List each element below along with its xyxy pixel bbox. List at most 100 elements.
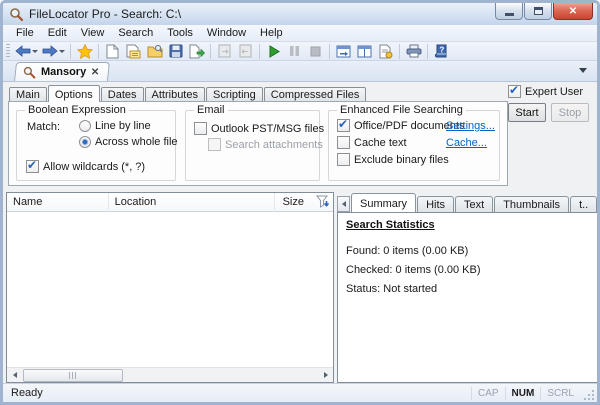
forward-dropdown-icon[interactable]	[59, 49, 65, 53]
close-button[interactable]: ✕	[553, 3, 593, 20]
export-button[interactable]	[186, 43, 207, 60]
scroll-right-button[interactable]	[318, 368, 333, 383]
checkbox-checked-icon[interactable]: ✔	[508, 83, 521, 98]
stop-search-button-disabled[interactable]	[305, 43, 326, 60]
checked-stat: Checked: 0 items (0.00 KB)	[346, 264, 481, 276]
forward-button[interactable]	[40, 43, 67, 60]
help-button[interactable]: ?	[431, 43, 452, 60]
menu-help[interactable]: Help	[253, 26, 290, 40]
print-button[interactable]	[403, 43, 424, 60]
layout-vertical-button[interactable]	[354, 43, 375, 60]
open-folder-icon	[147, 44, 162, 58]
search-statistics-heading: Search Statistics	[346, 219, 435, 231]
edit-criteria-button[interactable]	[123, 43, 144, 60]
checkbox-checked-icon[interactable]: ✔	[26, 158, 39, 173]
expert-user-checkbox[interactable]: ✔ Expert User	[508, 83, 592, 98]
menu-window[interactable]: Window	[200, 26, 253, 40]
stop-icon	[310, 46, 321, 56]
checkbox-disabled-icon	[208, 138, 221, 151]
document-tab-close-icon[interactable]: ✕	[91, 67, 99, 78]
tab-hits[interactable]: Hits	[417, 196, 455, 212]
checkbox-unchecked-icon[interactable]	[337, 153, 350, 166]
tab-compressed-files[interactable]: Compressed Files	[263, 87, 367, 102]
status-ready-text: Ready	[11, 387, 43, 399]
tab-attributes[interactable]: Attributes	[144, 87, 205, 102]
menu-bar: File Edit View Search Tools Window Help	[3, 25, 597, 42]
group-title: Email	[194, 104, 228, 116]
toolbar-separator	[399, 43, 400, 59]
status-stat: Status: Not started	[346, 283, 438, 295]
report-options-button[interactable]	[375, 43, 396, 60]
tab-text[interactable]: Text	[455, 196, 494, 212]
boolean-expression-group: Boolean Expression Match: Line by line A…	[16, 104, 178, 181]
pause-search-button-disabled[interactable]	[284, 43, 305, 60]
layout-horizontal-button[interactable]	[333, 43, 354, 60]
svg-text:?: ?	[439, 46, 444, 55]
cache-text-checkbox[interactable]: Cache text	[337, 136, 407, 149]
menu-tools[interactable]: Tools	[160, 26, 200, 40]
tab-main[interactable]: Main	[9, 87, 47, 102]
send-results-button-disabled[interactable]	[214, 43, 235, 60]
checkbox-checked-icon[interactable]: ✔	[337, 117, 350, 132]
tab-thumbnails[interactable]: Thumbnails	[494, 196, 570, 212]
exclude-binary-checkbox[interactable]: Exclude binary files	[337, 153, 449, 166]
edit-document-icon	[126, 44, 141, 58]
new-search-button[interactable]	[102, 43, 123, 60]
preview-tabs-scroll-left-button[interactable]	[337, 196, 350, 212]
tab-scripting[interactable]: Scripting	[205, 87, 263, 102]
allow-wildcards-checkbox[interactable]: ✔ Allow wildcards (*, ?)	[26, 158, 145, 173]
tab-truncated[interactable]: t..	[570, 196, 597, 212]
toolbar-separator	[70, 43, 71, 59]
app-magnifier-icon	[10, 7, 24, 21]
back-dropdown-icon[interactable]	[32, 49, 38, 53]
checkbox-unchecked-icon[interactable]	[337, 136, 350, 149]
favorites-button[interactable]	[74, 43, 95, 60]
stop-button-disabled[interactable]: Stop	[551, 103, 589, 122]
tab-summary[interactable]: Summary	[351, 193, 417, 212]
open-button[interactable]	[144, 43, 165, 60]
column-size[interactable]: Size	[275, 193, 310, 212]
column-location[interactable]: Location	[109, 192, 275, 212]
menu-edit[interactable]: Edit	[41, 26, 74, 40]
toolbar-grip[interactable]	[6, 44, 10, 58]
back-button[interactable]	[13, 43, 40, 60]
column-name[interactable]: Name	[7, 192, 109, 212]
radio-icon[interactable]	[79, 120, 91, 132]
tab-list-dropdown-icon[interactable]	[579, 68, 587, 73]
help-book-icon: ?	[435, 44, 447, 58]
minimize-button[interactable]	[495, 3, 523, 20]
search-attachments-checkbox[interactable]: Search attachments	[208, 138, 323, 151]
import-results-button-disabled[interactable]	[235, 43, 256, 60]
resize-grip-icon[interactable]	[582, 388, 596, 402]
cache-link[interactable]: Cache...	[446, 137, 487, 149]
outlook-pst-msg-checkbox[interactable]: Outlook PST/MSG files	[194, 122, 324, 135]
column-filter-button[interactable]	[310, 193, 333, 212]
maximize-button[interactable]	[524, 3, 552, 20]
status-bar: Ready CAP NUM SCRL	[3, 383, 597, 402]
scroll-lock-indicator: SCRL	[540, 386, 580, 400]
radio-across-whole-file[interactable]: Across whole file	[79, 136, 178, 148]
radio-line-by-line[interactable]: Line by line	[79, 120, 151, 132]
toolbar-separator	[329, 43, 330, 59]
toolbar-separator	[427, 43, 428, 59]
tab-dates[interactable]: Dates	[100, 87, 144, 102]
settings-link[interactable]: Settings...	[446, 120, 495, 132]
group-title: Enhanced File Searching	[337, 104, 466, 116]
menu-file[interactable]: File	[9, 26, 41, 40]
summary-content: Search Statistics Found: 0 items (0.00 K…	[337, 212, 597, 383]
start-search-button[interactable]	[263, 43, 284, 60]
radio-icon-selected[interactable]	[79, 136, 91, 148]
results-horizontal-scrollbar[interactable]	[7, 367, 333, 382]
tab-options[interactable]: Options	[47, 85, 100, 102]
preview-tabs: Summary Hits Text Thumbnails t..	[337, 192, 597, 212]
results-list-body[interactable]	[7, 212, 333, 367]
preview-panel: Summary Hits Text Thumbnails t.. Search …	[337, 192, 597, 383]
scrollbar-thumb[interactable]	[23, 368, 123, 382]
document-tab-mansory[interactable]: Mansory ✕	[14, 62, 110, 81]
save-button[interactable]	[165, 43, 186, 60]
menu-view[interactable]: View	[74, 26, 112, 40]
scroll-left-button[interactable]	[7, 368, 22, 383]
checkbox-unchecked-icon[interactable]	[194, 122, 207, 135]
menu-search[interactable]: Search	[111, 26, 160, 40]
start-button[interactable]: Start	[508, 103, 546, 122]
